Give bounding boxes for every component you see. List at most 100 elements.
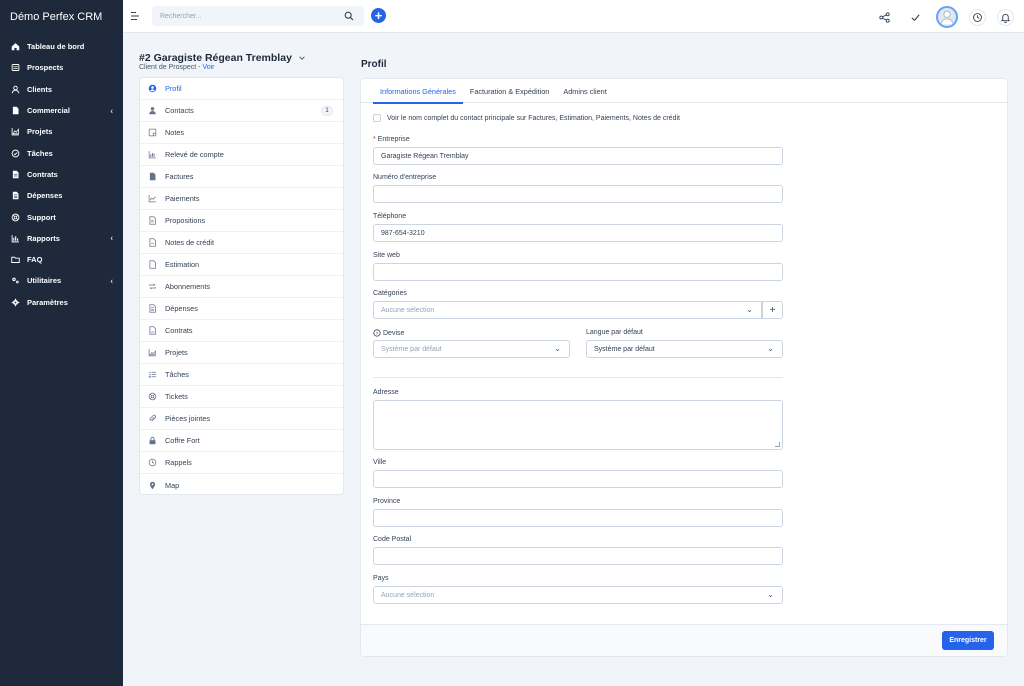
page-title: #2 Garagiste Régean Tremblay <box>139 52 306 64</box>
client-menu-item-13[interactable]: Tâches <box>140 364 343 386</box>
avatar[interactable] <box>936 6 958 28</box>
file-alt-icon <box>147 238 157 248</box>
client-menu-item-2[interactable]: Notes <box>140 122 343 144</box>
client-menu-label: Notes de crédit <box>165 238 215 247</box>
clock-icon[interactable] <box>969 8 986 26</box>
client-menu-item-3[interactable]: Relevé de compte <box>140 144 343 166</box>
groups-label: Catégories <box>373 290 407 297</box>
profile-panel: Informations Générales Facturation & Exp… <box>360 78 1008 657</box>
groups-placeholder: Aucune sélection <box>381 306 435 314</box>
website-field[interactable] <box>373 263 783 281</box>
repeat-icon <box>147 282 157 292</box>
chevron-down-icon: ⌄ <box>554 344 561 353</box>
client-menu-label: Contacts <box>165 106 194 115</box>
currency-placeholder: Système par défaut <box>381 345 442 353</box>
tab-billing-shipping[interactable]: Facturation & Expédition <box>463 79 557 103</box>
sidebar-item-5[interactable]: Tâches <box>0 142 123 163</box>
file-lines-icon <box>10 190 21 201</box>
show-primary-contact-row[interactable]: Voir le nom complet du contact principal… <box>373 114 680 122</box>
client-menu-item-0[interactable]: Profil <box>140 78 343 100</box>
currency-select[interactable]: Système par défaut ⌄ <box>373 340 570 358</box>
resize-handle[interactable] <box>775 442 780 447</box>
sidebar-item-4[interactable]: Projets <box>0 121 123 142</box>
city-field[interactable] <box>373 470 783 488</box>
show-primary-contact-checkbox[interactable] <box>373 114 381 122</box>
sidebar-item-7[interactable]: Dépenses <box>0 185 123 206</box>
menu-toggle-icon[interactable] <box>131 11 141 21</box>
state-field[interactable] <box>373 509 783 527</box>
question-circle-icon: ? <box>373 329 381 337</box>
file-lines-icon <box>147 304 157 314</box>
tab-general-info[interactable]: Informations Générales <box>373 79 463 104</box>
svg-text:?: ? <box>376 331 379 337</box>
sidebar-item-11[interactable]: Utilitaires ‹ <box>0 270 123 291</box>
vat-field[interactable] <box>373 185 783 203</box>
brand-logo[interactable]: Démo Perfex CRM <box>0 0 123 33</box>
client-menu-item-8[interactable]: Estimation <box>140 254 343 276</box>
phone-field[interactable]: 987-654-3210 <box>373 224 783 242</box>
user-circle-icon <box>147 84 157 94</box>
client-menu-item-7[interactable]: Notes de crédit <box>140 232 343 254</box>
view-link[interactable]: Voir <box>202 64 214 71</box>
client-menu-item-10[interactable]: Dépenses <box>140 298 343 320</box>
client-menu-label: Projets <box>165 348 188 357</box>
client-menu-label: Pièces jointes <box>165 414 211 423</box>
search-input[interactable]: Rechercher... <box>152 6 364 26</box>
client-menu-item-14[interactable]: Tickets <box>140 386 343 408</box>
life-ring-icon <box>147 392 157 402</box>
check-icon[interactable] <box>905 7 925 27</box>
search-icon <box>344 11 354 21</box>
add-group-button[interactable]: + <box>762 301 783 319</box>
sidebar-item-8[interactable]: Support <box>0 206 123 227</box>
map-marker-icon <box>147 480 157 490</box>
sidebar-item-9[interactable]: Rapports ‹ <box>0 228 123 249</box>
client-menu-item-17[interactable]: Rappels <box>140 452 343 474</box>
quick-create-button[interactable]: + <box>371 8 386 23</box>
client-menu-label: Abonnements <box>165 282 211 291</box>
company-label-text: Entreprise <box>377 136 410 143</box>
client-menu-label: Factures <box>165 172 194 181</box>
client-menu-item-4[interactable]: Factures <box>140 166 343 188</box>
chevron-down-icon[interactable] <box>298 54 306 62</box>
country-select[interactable]: Aucune sélection ⌄ <box>373 586 783 604</box>
sidebar-item-6[interactable]: Contrats <box>0 164 123 185</box>
address-field[interactable] <box>373 400 783 450</box>
gear-icon <box>10 297 21 308</box>
client-menu-item-6[interactable]: Propositions <box>140 210 343 232</box>
client-menu-item-9[interactable]: Abonnements <box>140 276 343 298</box>
sidebar-item-2[interactable]: Clients <box>0 79 123 100</box>
client-menu-label: Dépenses <box>165 304 198 313</box>
cogs-icon <box>10 275 21 286</box>
sidebar-menu: Tableau de bord Prospects Clients Commercia… <box>0 36 123 313</box>
client-menu-label: Relevé de compte <box>165 150 224 159</box>
file-text-icon <box>147 216 157 226</box>
sidebar-item-10[interactable]: FAQ <box>0 249 123 270</box>
sidebar-item-12[interactable]: Paramètres <box>0 292 123 313</box>
chevron-down-icon: ⌄ <box>746 305 753 314</box>
client-menu-item-16[interactable]: Coffre Fort <box>140 430 343 452</box>
invoice-icon <box>147 172 157 182</box>
client-menu-item-18[interactable]: Map <box>140 474 343 494</box>
save-button[interactable]: Enregistrer <box>942 631 994 650</box>
sidebar-item-0[interactable]: Tableau de bord <box>0 36 123 57</box>
groups-select[interactable]: Aucune sélection ⌄ <box>373 301 762 319</box>
share-icon[interactable] <box>874 7 894 27</box>
sidebar-item-1[interactable]: Prospects <box>0 57 123 78</box>
sidebar-item-label: Projets <box>27 127 53 137</box>
zip-field[interactable] <box>373 547 783 565</box>
contract-icon <box>147 326 157 336</box>
client-menu-item-5[interactable]: Paiements <box>140 188 343 210</box>
language-select[interactable]: Système par défaut ⌄ <box>586 340 783 358</box>
client-menu-item-11[interactable]: Contrats <box>140 320 343 342</box>
tty-icon <box>10 62 21 73</box>
tab-customer-admins[interactable]: Admins client <box>556 79 613 103</box>
company-field[interactable]: Garagiste Régean Tremblay <box>373 147 783 165</box>
sidebar-item-3[interactable]: Commercial ‹ <box>0 100 123 121</box>
bell-icon[interactable] <box>997 8 1014 26</box>
client-name: #2 Garagiste Régean Tremblay <box>139 52 292 64</box>
client-menu-item-1[interactable]: Contacts 1 <box>140 100 343 122</box>
client-menu-item-15[interactable]: Pièces jointes <box>140 408 343 430</box>
phone-label: Téléphone <box>373 213 407 220</box>
client-menu-item-12[interactable]: Projets <box>140 342 343 364</box>
state-label: Province <box>373 498 401 505</box>
